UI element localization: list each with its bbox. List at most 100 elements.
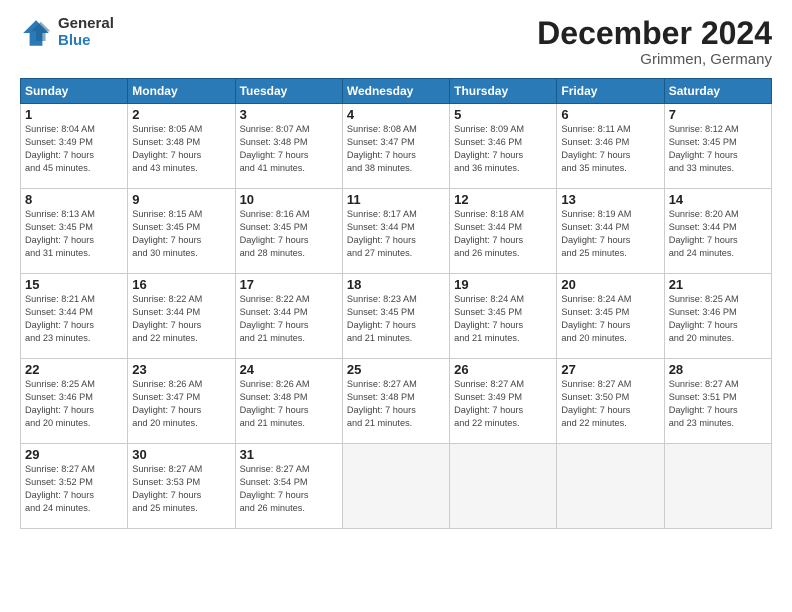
day-info: Sunrise: 8:11 AMSunset: 3:46 PMDaylight:… bbox=[561, 123, 659, 175]
calendar-cell: 3 Sunrise: 8:07 AMSunset: 3:48 PMDayligh… bbox=[235, 104, 342, 189]
day-info: Sunrise: 8:23 AMSunset: 3:45 PMDaylight:… bbox=[347, 293, 445, 345]
calendar-cell bbox=[664, 444, 771, 529]
calendar-cell: 20 Sunrise: 8:24 AMSunset: 3:45 PMDaylig… bbox=[557, 274, 664, 359]
calendar-week-1: 1 Sunrise: 8:04 AMSunset: 3:49 PMDayligh… bbox=[21, 104, 772, 189]
day-number: 27 bbox=[561, 362, 659, 377]
day-info: Sunrise: 8:15 AMSunset: 3:45 PMDaylight:… bbox=[132, 208, 230, 260]
calendar-cell: 14 Sunrise: 8:20 AMSunset: 3:44 PMDaylig… bbox=[664, 189, 771, 274]
calendar-cell: 25 Sunrise: 8:27 AMSunset: 3:48 PMDaylig… bbox=[342, 359, 449, 444]
day-info: Sunrise: 8:07 AMSunset: 3:48 PMDaylight:… bbox=[240, 123, 338, 175]
day-info: Sunrise: 8:19 AMSunset: 3:44 PMDaylight:… bbox=[561, 208, 659, 260]
calendar-cell: 16 Sunrise: 8:22 AMSunset: 3:44 PMDaylig… bbox=[128, 274, 235, 359]
header-tuesday: Tuesday bbox=[235, 79, 342, 104]
day-number: 1 bbox=[25, 107, 123, 122]
calendar-cell: 2 Sunrise: 8:05 AMSunset: 3:48 PMDayligh… bbox=[128, 104, 235, 189]
day-info: Sunrise: 8:20 AMSunset: 3:44 PMDaylight:… bbox=[669, 208, 767, 260]
day-number: 5 bbox=[454, 107, 552, 122]
day-number: 3 bbox=[240, 107, 338, 122]
day-info: Sunrise: 8:27 AMSunset: 3:52 PMDaylight:… bbox=[25, 463, 123, 515]
calendar-week-3: 15 Sunrise: 8:21 AMSunset: 3:44 PMDaylig… bbox=[21, 274, 772, 359]
day-info: Sunrise: 8:26 AMSunset: 3:48 PMDaylight:… bbox=[240, 378, 338, 430]
header-wednesday: Wednesday bbox=[342, 79, 449, 104]
day-number: 29 bbox=[25, 447, 123, 462]
day-number: 15 bbox=[25, 277, 123, 292]
calendar-week-4: 22 Sunrise: 8:25 AMSunset: 3:46 PMDaylig… bbox=[21, 359, 772, 444]
logo-text: General Blue bbox=[58, 16, 114, 49]
day-info: Sunrise: 8:27 AMSunset: 3:53 PMDaylight:… bbox=[132, 463, 230, 515]
calendar-cell: 19 Sunrise: 8:24 AMSunset: 3:45 PMDaylig… bbox=[450, 274, 557, 359]
day-info: Sunrise: 8:12 AMSunset: 3:45 PMDaylight:… bbox=[669, 123, 767, 175]
header-saturday: Saturday bbox=[664, 79, 771, 104]
page-container: General Blue December 2024 Grimmen, Germ… bbox=[0, 0, 792, 612]
day-info: Sunrise: 8:21 AMSunset: 3:44 PMDaylight:… bbox=[25, 293, 123, 345]
calendar-cell: 4 Sunrise: 8:08 AMSunset: 3:47 PMDayligh… bbox=[342, 104, 449, 189]
day-info: Sunrise: 8:24 AMSunset: 3:45 PMDaylight:… bbox=[454, 293, 552, 345]
calendar-cell: 13 Sunrise: 8:19 AMSunset: 3:44 PMDaylig… bbox=[557, 189, 664, 274]
calendar-cell: 15 Sunrise: 8:21 AMSunset: 3:44 PMDaylig… bbox=[21, 274, 128, 359]
day-number: 31 bbox=[240, 447, 338, 462]
day-number: 19 bbox=[454, 277, 552, 292]
calendar-week-2: 8 Sunrise: 8:13 AMSunset: 3:45 PMDayligh… bbox=[21, 189, 772, 274]
day-number: 23 bbox=[132, 362, 230, 377]
calendar-cell bbox=[557, 444, 664, 529]
logo: General Blue bbox=[20, 16, 114, 49]
calendar-cell: 27 Sunrise: 8:27 AMSunset: 3:50 PMDaylig… bbox=[557, 359, 664, 444]
logo-icon bbox=[20, 17, 52, 49]
day-info: Sunrise: 8:05 AMSunset: 3:48 PMDaylight:… bbox=[132, 123, 230, 175]
calendar-cell: 31 Sunrise: 8:27 AMSunset: 3:54 PMDaylig… bbox=[235, 444, 342, 529]
day-number: 20 bbox=[561, 277, 659, 292]
day-number: 8 bbox=[25, 192, 123, 207]
day-number: 9 bbox=[132, 192, 230, 207]
day-info: Sunrise: 8:27 AMSunset: 3:50 PMDaylight:… bbox=[561, 378, 659, 430]
calendar-cell: 22 Sunrise: 8:25 AMSunset: 3:46 PMDaylig… bbox=[21, 359, 128, 444]
day-info: Sunrise: 8:27 AMSunset: 3:48 PMDaylight:… bbox=[347, 378, 445, 430]
day-number: 12 bbox=[454, 192, 552, 207]
day-number: 21 bbox=[669, 277, 767, 292]
calendar-week-5: 29 Sunrise: 8:27 AMSunset: 3:52 PMDaylig… bbox=[21, 444, 772, 529]
calendar-cell: 28 Sunrise: 8:27 AMSunset: 3:51 PMDaylig… bbox=[664, 359, 771, 444]
main-title: December 2024 bbox=[537, 16, 772, 51]
calendar-cell: 6 Sunrise: 8:11 AMSunset: 3:46 PMDayligh… bbox=[557, 104, 664, 189]
day-info: Sunrise: 8:09 AMSunset: 3:46 PMDaylight:… bbox=[454, 123, 552, 175]
day-number: 4 bbox=[347, 107, 445, 122]
day-number: 11 bbox=[347, 192, 445, 207]
header-monday: Monday bbox=[128, 79, 235, 104]
title-section: December 2024 Grimmen, Germany bbox=[537, 16, 772, 68]
day-info: Sunrise: 8:25 AMSunset: 3:46 PMDaylight:… bbox=[669, 293, 767, 345]
day-number: 17 bbox=[240, 277, 338, 292]
day-info: Sunrise: 8:13 AMSunset: 3:45 PMDaylight:… bbox=[25, 208, 123, 260]
day-number: 14 bbox=[669, 192, 767, 207]
day-number: 10 bbox=[240, 192, 338, 207]
calendar-cell: 29 Sunrise: 8:27 AMSunset: 3:52 PMDaylig… bbox=[21, 444, 128, 529]
calendar-cell: 9 Sunrise: 8:15 AMSunset: 3:45 PMDayligh… bbox=[128, 189, 235, 274]
day-number: 18 bbox=[347, 277, 445, 292]
day-info: Sunrise: 8:04 AMSunset: 3:49 PMDaylight:… bbox=[25, 123, 123, 175]
calendar-cell: 24 Sunrise: 8:26 AMSunset: 3:48 PMDaylig… bbox=[235, 359, 342, 444]
day-number: 26 bbox=[454, 362, 552, 377]
day-info: Sunrise: 8:27 AMSunset: 3:51 PMDaylight:… bbox=[669, 378, 767, 430]
header-thursday: Thursday bbox=[450, 79, 557, 104]
day-info: Sunrise: 8:27 AMSunset: 3:54 PMDaylight:… bbox=[240, 463, 338, 515]
day-number: 22 bbox=[25, 362, 123, 377]
calendar-cell: 10 Sunrise: 8:16 AMSunset: 3:45 PMDaylig… bbox=[235, 189, 342, 274]
calendar-cell: 12 Sunrise: 8:18 AMSunset: 3:44 PMDaylig… bbox=[450, 189, 557, 274]
day-info: Sunrise: 8:18 AMSunset: 3:44 PMDaylight:… bbox=[454, 208, 552, 260]
header-sunday: Sunday bbox=[21, 79, 128, 104]
calendar-cell bbox=[450, 444, 557, 529]
day-number: 24 bbox=[240, 362, 338, 377]
day-info: Sunrise: 8:17 AMSunset: 3:44 PMDaylight:… bbox=[347, 208, 445, 260]
calendar: Sunday Monday Tuesday Wednesday Thursday… bbox=[20, 78, 772, 529]
day-number: 13 bbox=[561, 192, 659, 207]
day-number: 7 bbox=[669, 107, 767, 122]
day-number: 28 bbox=[669, 362, 767, 377]
day-info: Sunrise: 8:08 AMSunset: 3:47 PMDaylight:… bbox=[347, 123, 445, 175]
day-info: Sunrise: 8:26 AMSunset: 3:47 PMDaylight:… bbox=[132, 378, 230, 430]
calendar-cell: 17 Sunrise: 8:22 AMSunset: 3:44 PMDaylig… bbox=[235, 274, 342, 359]
calendar-cell: 11 Sunrise: 8:17 AMSunset: 3:44 PMDaylig… bbox=[342, 189, 449, 274]
day-info: Sunrise: 8:25 AMSunset: 3:46 PMDaylight:… bbox=[25, 378, 123, 430]
day-info: Sunrise: 8:27 AMSunset: 3:49 PMDaylight:… bbox=[454, 378, 552, 430]
calendar-cell: 18 Sunrise: 8:23 AMSunset: 3:45 PMDaylig… bbox=[342, 274, 449, 359]
day-info: Sunrise: 8:16 AMSunset: 3:45 PMDaylight:… bbox=[240, 208, 338, 260]
day-number: 16 bbox=[132, 277, 230, 292]
day-number: 2 bbox=[132, 107, 230, 122]
